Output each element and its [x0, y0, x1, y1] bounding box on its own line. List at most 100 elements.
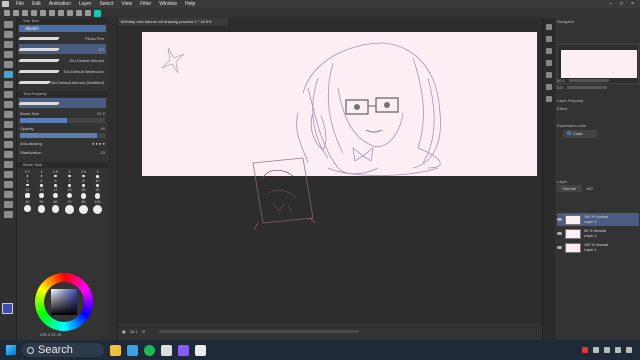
brush-size-cell[interactable]: 3: [91, 170, 104, 178]
brush-size-slider[interactable]: [20, 118, 105, 123]
windows-start-icon[interactable]: [6, 345, 16, 355]
save-icon[interactable]: [22, 10, 28, 16]
menu-window[interactable]: Window: [155, 1, 181, 7]
correct-line-tool-icon[interactable]: [4, 201, 13, 208]
menu-view[interactable]: View: [117, 1, 136, 7]
battery-icon[interactable]: [615, 347, 621, 353]
blend-tool-icon[interactable]: [4, 121, 13, 128]
brush-size-cell[interactable]: 80: [77, 200, 90, 215]
horizontal-scrollbar[interactable]: [158, 330, 359, 333]
stabilization-value[interactable]: 15: [101, 150, 105, 155]
menu-help[interactable]: Help: [181, 1, 199, 7]
pencil-tool-icon[interactable]: [4, 81, 13, 88]
youtube-tray-icon[interactable]: [582, 347, 588, 353]
rotate-icon[interactable]: ↺: [142, 329, 145, 334]
hand-tool-icon[interactable]: [4, 211, 13, 218]
menu-select[interactable]: Select: [95, 1, 117, 7]
network-icon[interactable]: [593, 347, 599, 353]
brush-size-cell[interactable]: 7: [63, 179, 76, 188]
brush-size-cell[interactable]: 10: [91, 179, 104, 188]
zoom-tool-icon[interactable]: [4, 21, 13, 28]
balloon-tool-icon[interactable]: [4, 191, 13, 198]
lasso-tool-icon[interactable]: [4, 51, 13, 58]
opacity-value[interactable]: 90: [101, 126, 105, 131]
brush-size-cell[interactable]: 50: [35, 200, 48, 214]
color-saturation-square[interactable]: [51, 289, 77, 315]
navigator-zoom-slider[interactable]: [568, 79, 609, 82]
menu-file[interactable]: File: [12, 1, 28, 7]
brush-item[interactable]: SAI Default Abirush (Modified): [18, 77, 106, 87]
layer-item-2[interactable]: 50 % Normal Layer 2: [557, 227, 639, 240]
grid-icon[interactable]: [85, 10, 91, 16]
brush-size-cell[interactable]: 8: [77, 179, 90, 188]
animation-cels-icon[interactable]: [546, 96, 552, 102]
navigator-angle-slider[interactable]: [566, 86, 607, 89]
panel-collapse-strip[interactable]: [108, 18, 118, 340]
color-settings-icon[interactable]: [94, 9, 101, 17]
anti-aliasing-options[interactable]: ● ● ● ●: [92, 141, 105, 146]
redo-icon[interactable]: [40, 10, 46, 16]
frame-tool-icon[interactable]: [4, 161, 13, 168]
brush-size-value[interactable]: 51.5: [97, 111, 105, 116]
blend-mode-select[interactable]: Normal: [557, 185, 582, 192]
layer-item-3[interactable]: 100 % Normal Layer 3: [557, 213, 639, 226]
volume-icon[interactable]: [604, 347, 610, 353]
color-wheel[interactable]: [35, 273, 93, 331]
clear-icon[interactable]: [49, 10, 55, 16]
brush-size-cell[interactable]: 1.5: [49, 170, 62, 178]
snap-icon[interactable]: [67, 10, 73, 16]
move-tool-icon[interactable]: [4, 31, 13, 38]
airbrush-tool-icon[interactable]: [4, 101, 13, 108]
visibility-eye-icon[interactable]: [557, 246, 562, 249]
material-icon[interactable]: [546, 72, 552, 78]
text-tool-icon[interactable]: [4, 181, 13, 188]
brush-item[interactable]: Photo Pen: [18, 33, 106, 43]
minimize-icon[interactable]: –: [609, 1, 612, 7]
brush-item[interactable]: SAI Default Abirush: [18, 55, 106, 65]
open-icon[interactable]: [13, 10, 19, 16]
selection-tool-icon[interactable]: [4, 41, 13, 48]
edge-browser-icon[interactable]: [127, 344, 138, 356]
menu-layer[interactable]: Layer: [75, 1, 96, 7]
zoom-readout[interactable]: 28.1: [130, 329, 138, 334]
figure-tool-icon[interactable]: [4, 151, 13, 158]
pen-tool-icon[interactable]: [4, 71, 13, 78]
close-icon[interactable]: ×: [631, 1, 634, 7]
eraser-tool-icon[interactable]: [4, 111, 13, 118]
gradient-tool-icon[interactable]: [4, 141, 13, 148]
navigator-zoom-value[interactable]: 20.1: [557, 78, 565, 83]
brush-size-cell[interactable]: 0.7: [21, 170, 34, 178]
layer-toggle-icon[interactable]: ▣: [122, 329, 126, 334]
brush-size-cell[interactable]: 25: [77, 188, 90, 199]
visibility-eye-icon[interactable]: [557, 232, 562, 235]
brush-item[interactable]: SAI Default Watercolor: [18, 66, 106, 76]
maximize-icon[interactable]: □: [620, 1, 623, 7]
opacity-slider[interactable]: [20, 133, 105, 138]
file-explorer-icon[interactable]: [110, 344, 121, 356]
expression-color-select[interactable]: Color: [563, 130, 597, 138]
brush-size-cell[interactable]: 30: [91, 188, 104, 200]
notifications-icon[interactable]: [626, 347, 632, 353]
layer-opacity-value[interactable]: 100: [586, 186, 593, 191]
history-icon[interactable]: [546, 60, 552, 66]
item-bank-icon[interactable]: [546, 48, 552, 54]
brush-item-selected[interactable]: 3.7: [18, 44, 106, 54]
brush-size-cell[interactable]: 4: [21, 179, 34, 188]
clip-studio-taskbar-icon[interactable]: [195, 344, 206, 356]
brush-size-cell[interactable]: 15: [35, 188, 48, 199]
sub-view-icon[interactable]: [546, 36, 552, 42]
search-layer-icon[interactable]: [546, 84, 552, 90]
brush-size-cell[interactable]: 1: [35, 170, 48, 178]
spotify-icon[interactable]: [144, 344, 155, 356]
menu-filter[interactable]: Filter: [136, 1, 155, 7]
visibility-eye-icon[interactable]: [557, 218, 562, 221]
navigator-angle-value[interactable]: 0.0: [557, 85, 563, 90]
brush-size-cell[interactable]: 70: [63, 200, 76, 214]
new-file-icon[interactable]: [4, 10, 10, 16]
transform-icon[interactable]: [58, 10, 64, 16]
taskbar-search[interactable]: Search: [22, 343, 104, 357]
brush-size-cell[interactable]: 20: [63, 188, 76, 199]
brush-size-cell[interactable]: 5: [35, 179, 48, 188]
ruler-tool-icon[interactable]: [4, 171, 13, 178]
undo-icon[interactable]: [31, 10, 37, 16]
